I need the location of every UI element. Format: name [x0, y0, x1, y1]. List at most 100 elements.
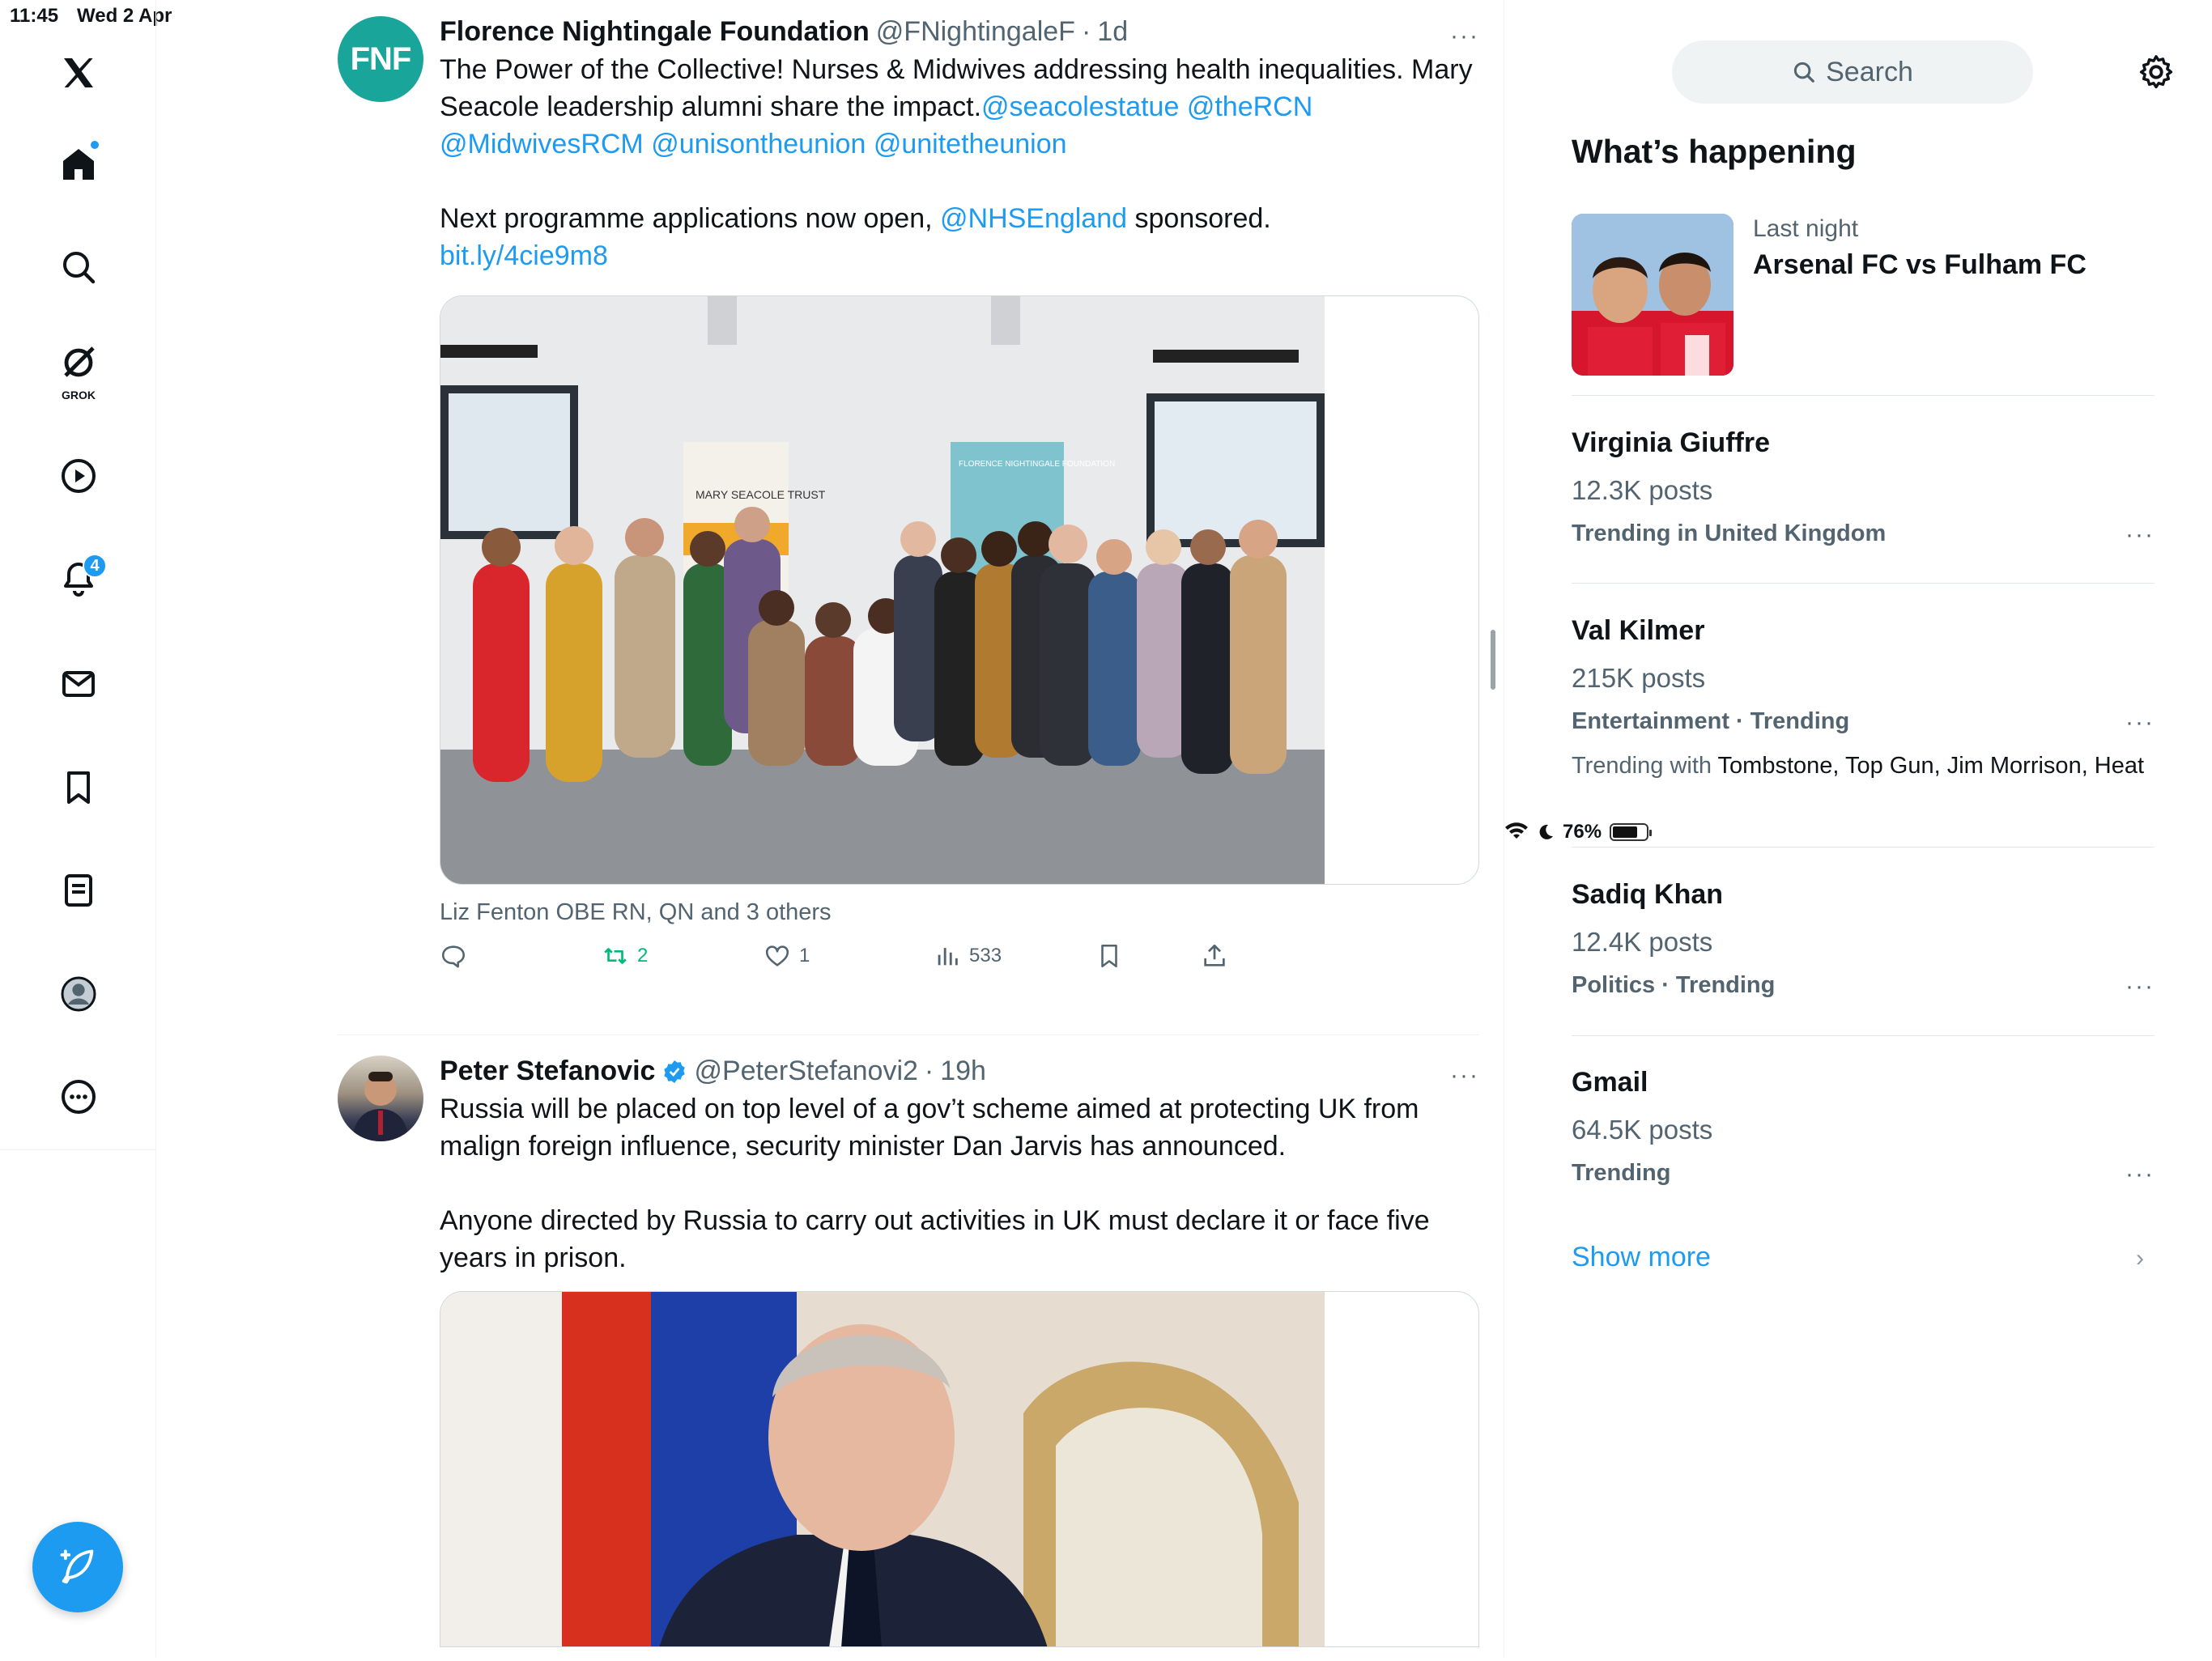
lists-icon[interactable]: [42, 854, 115, 927]
tweet-divider: [338, 1034, 1479, 1035]
trend-more-button[interactable]: ···: [2125, 709, 2155, 737]
views-chart-icon: [938, 948, 958, 966]
tweet-text-suffix: sponsored.: [1127, 203, 1271, 234]
trend-name: Val Kilmer: [1572, 615, 1705, 646]
tweet-text-p1: Russia will be placed on top level of a …: [440, 1094, 1419, 1162]
mention-midwivesrcm[interactable]: @MidwivesRCM: [440, 129, 644, 159]
tweet-actions: 2 1 533: [440, 936, 1479, 984]
trend-divider: [1572, 1035, 2155, 1036]
compose-post-button[interactable]: [32, 1522, 123, 1612]
repost-button[interactable]: 2: [602, 936, 648, 976]
reply-button[interactable]: [440, 936, 467, 976]
repost-icon: [604, 948, 627, 964]
chevron-right-icon: ›: [2136, 1245, 2144, 1272]
avatar-fnf[interactable]: FNF: [338, 16, 423, 102]
tweet-more-button[interactable]: ···: [1450, 23, 1479, 50]
trend-more-button[interactable]: ···: [2125, 973, 2155, 1000]
trend-posts: 12.4K posts: [1572, 927, 1713, 957]
timeline-scrollbar[interactable]: [1491, 630, 1495, 690]
mention-unitetheunion[interactable]: @unitetheunion: [874, 129, 1067, 159]
trend-item[interactable]: Virginia Giuffre 12.3K posts Trending in…: [1572, 427, 2155, 549]
author-name[interactable]: Florence Nightingale Foundation: [440, 16, 870, 48]
author-handle[interactable]: @FNightingaleF: [876, 16, 1075, 48]
right-sidebar: Search What’s happening Last night Arsen…: [1504, 0, 2212, 1658]
compose-feather-icon: [60, 1549, 94, 1584]
trend-divider: [1572, 583, 2155, 584]
profile-avatar-icon[interactable]: [42, 958, 115, 1030]
trend-more-button[interactable]: ···: [2125, 1161, 2155, 1188]
x-logo-icon[interactable]: [42, 36, 115, 109]
tweet-text-p2: Anyone directed by Russia to carry out a…: [440, 1205, 1430, 1273]
grok-icon[interactable]: GROK: [42, 333, 115, 406]
home-new-dot: [89, 139, 100, 151]
tweet-link[interactable]: bit.ly/4cie9m8: [440, 240, 608, 271]
post-time[interactable]: 1d: [1097, 16, 1128, 48]
post-time[interactable]: 19h: [940, 1056, 986, 1087]
avatar-peter[interactable]: [338, 1056, 423, 1141]
banner-mary-seacole: MARY SEACOLE TRUST: [696, 488, 826, 501]
avatar-photo: [352, 1072, 409, 1141]
author-name[interactable]: Peter Stefanovic: [440, 1056, 655, 1087]
mention-unisontheunion[interactable]: @unisontheunion: [651, 129, 866, 159]
messages-envelope-icon[interactable]: [42, 648, 115, 720]
trend-posts: 215K posts: [1572, 663, 1706, 693]
grok-label: GROK: [62, 389, 96, 401]
video-play-icon[interactable]: [42, 440, 115, 512]
tweet-header: Florence Nightingale Foundation @FNighti…: [440, 16, 1479, 48]
verified-badge-icon: [664, 1060, 686, 1083]
notifications-bell-icon[interactable]: 4: [42, 542, 115, 615]
trend-item[interactable]: Val Kilmer 215K posts Entertainment · Tr…: [1572, 615, 2155, 780]
tweet-text: Russia will be placed on top level of a …: [440, 1090, 1479, 1277]
timeline: FNF Florence Nightingale Foundation @FNi…: [156, 0, 1504, 1658]
mention-seacolestatue[interactable]: @seacolestatue: [981, 91, 1179, 122]
explore-search-icon[interactable]: [42, 231, 115, 304]
trend-item[interactable]: Sadiq Khan 12.4K posts Politics · Trendi…: [1572, 879, 2155, 1000]
featured-event-title: Arsenal FC vs Fulham FC: [1753, 249, 2087, 280]
tweet-header: Peter Stefanovic @PeterStefanovi2 · 19h: [440, 1056, 1479, 1087]
separator-dot: ·: [924, 1056, 934, 1086]
tweet-text: The Power of the Collective! Nurses & Mi…: [440, 51, 1479, 274]
reply-icon: [441, 945, 466, 968]
mention-nhsengland[interactable]: @NHSEngland: [940, 203, 1127, 234]
trend-category: Trending: [1572, 1160, 1671, 1186]
views-button[interactable]: 533: [934, 936, 1002, 976]
liked-by-text[interactable]: Liz Fenton OBE RN, QN and 3 others: [440, 899, 1479, 926]
show-more-link[interactable]: Show more: [1572, 1242, 1711, 1273]
like-button[interactable]: 1: [764, 936, 810, 976]
trend-name: Gmail: [1572, 1067, 1648, 1098]
search-input[interactable]: Search: [1672, 40, 2033, 104]
home-icon[interactable]: [42, 128, 115, 201]
author-handle[interactable]: @PeterStefanovi2: [694, 1056, 917, 1087]
like-count: 1: [799, 945, 810, 966]
view-count: 533: [969, 945, 1002, 966]
trending-with-label: Trending with: [1572, 753, 1718, 779]
tweet-photo[interactable]: [440, 1291, 1479, 1647]
trend-category: Politics · Trending: [1572, 972, 1776, 998]
trending-with: Trending with Tombstone, Top Gun, Jim Mo…: [1572, 751, 2155, 780]
whats-happening-title: What’s happening: [1572, 133, 1857, 170]
bookmark-button[interactable]: [1095, 936, 1123, 976]
tweet-text-prefix: Next programme applications now open,: [440, 203, 940, 234]
featured-event[interactable]: Last night Arsenal FC vs Fulham FC: [1572, 214, 2155, 376]
trend-divider: [1572, 395, 2155, 396]
separator-dot: ·: [1081, 16, 1091, 47]
trend-item[interactable]: Gmail 64.5K posts Trending ···: [1572, 1067, 2155, 1187]
bookmark-icon: [1101, 944, 1117, 968]
trend-posts: 64.5K posts: [1572, 1115, 1713, 1145]
bookmarks-icon[interactable]: [42, 751, 115, 824]
tweet-photo[interactable]: MARY SEACOLE TRUST FLORENCE NIGHTINGALE …: [440, 295, 1479, 885]
nav-separator: [0, 1149, 156, 1150]
tweet-more-button[interactable]: ···: [1450, 1062, 1479, 1090]
settings-gear-icon[interactable]: [2138, 53, 2175, 91]
share-button[interactable]: [1201, 936, 1228, 976]
group-photo-image: MARY SEACOLE TRUST FLORENCE NIGHTINGALE …: [440, 296, 1325, 884]
banner-fnf: FLORENCE NIGHTINGALE FOUNDATION: [959, 460, 1115, 469]
putin-photo-image: [440, 1292, 1325, 1646]
search-placeholder: Search: [1826, 56, 1913, 87]
notifications-badge: 4: [83, 554, 107, 578]
share-icon: [1204, 944, 1225, 966]
more-options-icon[interactable]: [42, 1060, 115, 1133]
repost-count: 2: [637, 945, 649, 966]
trend-more-button[interactable]: ···: [2125, 521, 2155, 549]
mention-thercn[interactable]: @theRCN: [1187, 91, 1312, 122]
